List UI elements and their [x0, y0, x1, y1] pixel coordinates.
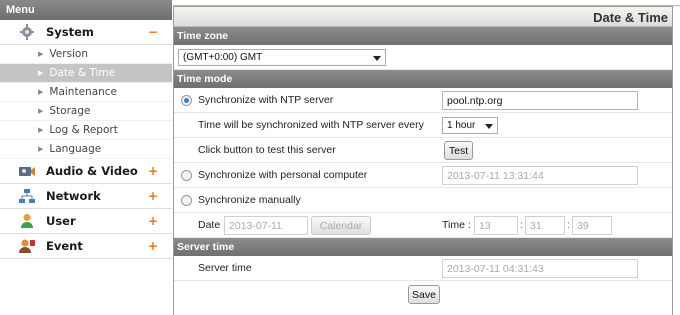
network-icon	[18, 188, 36, 204]
menu-header: Menu	[0, 0, 172, 20]
save-button[interactable]: Save	[408, 285, 440, 304]
ntp-row: Synchronize with NTP server pool.ntp.org	[174, 88, 672, 113]
sidebar-item-language[interactable]: ▶ Language	[0, 140, 172, 159]
collapse-icon[interactable]: −	[148, 25, 158, 39]
menu-system[interactable]: System −	[0, 20, 172, 45]
time-label: Time :	[442, 219, 471, 231]
expand-icon[interactable]: +	[148, 214, 158, 228]
ntp-label: Synchronize with NTP server	[198, 94, 334, 106]
server-time-label: Server time	[198, 262, 252, 274]
date-label: Date :	[198, 219, 227, 231]
manual-row: Synchronize manually	[174, 188, 672, 213]
triangle-right-icon: ▶	[38, 107, 44, 115]
triangle-right-icon: ▶	[38, 145, 44, 153]
ntp-server-input[interactable]: pool.ntp.org	[442, 91, 638, 110]
pc-sync-radio[interactable]	[181, 170, 192, 181]
expand-icon[interactable]: +	[148, 239, 158, 253]
manual-datetime-row: Date : 2013-07-11 Calendar Time : 13 : 3…	[174, 213, 672, 238]
sidebar-item-label: Maintenance	[49, 86, 118, 98]
camera-icon	[18, 163, 36, 179]
sidebar-item-label: Language	[49, 143, 102, 155]
sidebar-item-version[interactable]: ▶ Version	[0, 45, 172, 64]
sidebar-item-date-time[interactable]: ▶ Date & Time	[0, 64, 172, 83]
event-icon	[18, 238, 36, 254]
menu-event-label: Event	[46, 239, 83, 253]
pc-sync-label: Synchronize with personal computer	[198, 169, 368, 181]
expand-icon[interactable]: +	[148, 164, 158, 178]
menu-user[interactable]: User +	[0, 209, 172, 234]
interval-select[interactable]: 1 hour	[442, 117, 498, 134]
menu-audio-video-label: Audio & Video	[46, 164, 138, 178]
section-time-zone: Time zone	[174, 27, 672, 45]
menu-event[interactable]: Event +	[0, 234, 172, 259]
menu-system-label: System	[46, 25, 94, 39]
menu-user-label: User	[46, 214, 76, 228]
menu-audio-video[interactable]: Audio & Video +	[0, 159, 172, 184]
sidebar-item-label: Date & Time	[49, 67, 116, 79]
interval-label: Time will be synchronized with NTP serve…	[198, 119, 424, 131]
page-title: Date & Time	[174, 7, 672, 27]
date-input[interactable]: 2013-07-11	[224, 216, 308, 235]
section-time-mode: Time mode	[174, 70, 672, 88]
timezone-row: (GMT+0:00) GMT	[174, 45, 672, 70]
calendar-button[interactable]: Calendar	[311, 216, 371, 235]
timezone-select-value: (GMT+0:00) GMT	[183, 52, 263, 63]
expand-icon[interactable]: +	[148, 189, 158, 203]
section-server-time: Server time	[174, 238, 672, 256]
sidebar-item-label: Version	[49, 48, 89, 60]
sidebar-item-maintenance[interactable]: ▶ Maintenance	[0, 83, 172, 102]
triangle-right-icon: ▶	[38, 126, 44, 134]
manual-radio[interactable]	[181, 195, 192, 206]
interval-select-value: 1 hour	[447, 120, 476, 131]
sidebar-item-storage[interactable]: ▶ Storage	[0, 102, 172, 121]
date-time-panel: Date & Time Time zone (GMT+0:00) GMT Tim…	[173, 6, 673, 315]
test-button[interactable]: Test	[444, 141, 473, 160]
ntp-radio[interactable]	[181, 95, 192, 106]
minute-input[interactable]: 31	[525, 216, 565, 235]
time-separator: :	[520, 219, 523, 231]
pc-time-input[interactable]: 2013-07-11 13:31:44	[442, 166, 638, 185]
sidebar-item-label: Log & Report	[49, 124, 118, 136]
sidebar-item-log-report[interactable]: ▶ Log & Report	[0, 121, 172, 140]
second-input[interactable]: 39	[572, 216, 612, 235]
pc-sync-row: Synchronize with personal computer 2013-…	[174, 163, 672, 188]
time-separator: :	[567, 219, 570, 231]
gear-icon	[18, 24, 36, 40]
test-label: Click button to test this server	[198, 144, 336, 156]
manual-label: Synchronize manually	[198, 194, 301, 206]
chevron-down-icon	[485, 124, 493, 129]
menu-network[interactable]: Network +	[0, 184, 172, 209]
sidebar-menu: Menu System − ▶ Version ▶ Date & Time ▶ Mai…	[0, 0, 172, 315]
chevron-down-icon	[373, 56, 381, 61]
server-time-row: Server time 2013-07-11 04:31:43	[174, 256, 672, 281]
save-row: Save	[174, 281, 672, 311]
menu-network-label: Network	[46, 189, 101, 203]
server-time-input: 2013-07-11 04:31:43	[442, 259, 638, 278]
triangle-right-icon: ▶	[38, 50, 44, 58]
hour-input[interactable]: 13	[474, 216, 518, 235]
interval-row: Time will be synchronized with NTP serve…	[174, 113, 672, 138]
triangle-right-icon: ▶	[38, 69, 44, 77]
user-icon	[18, 213, 36, 229]
sidebar-item-label: Storage	[49, 105, 91, 117]
triangle-right-icon: ▶	[38, 88, 44, 96]
test-row: Click button to test this server Test	[174, 138, 672, 163]
timezone-select[interactable]: (GMT+0:00) GMT	[178, 49, 386, 66]
